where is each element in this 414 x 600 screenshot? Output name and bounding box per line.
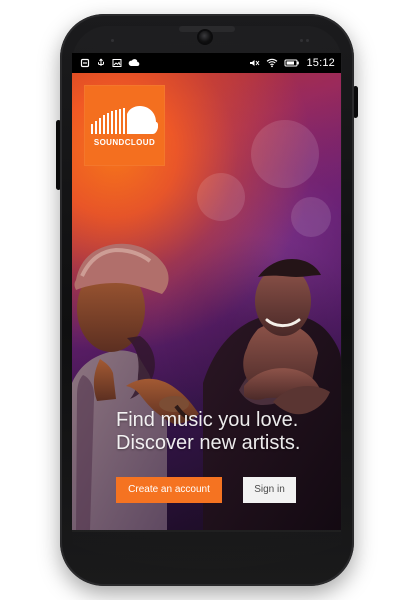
status-time: 15:12	[306, 57, 335, 69]
headline-line-1: Find music you love.	[116, 409, 299, 431]
status-bar: 15:12	[72, 53, 341, 73]
soundcloud-wordmark: SOUNDCLOUD	[93, 138, 156, 147]
status-right: 15:12	[249, 53, 335, 73]
status-left	[80, 53, 140, 73]
soundcloud-logo: SOUNDCLOUD	[84, 85, 165, 166]
wifi-icon	[266, 53, 278, 73]
battery-icon	[284, 53, 300, 73]
create-account-button[interactable]: Create an account	[116, 477, 222, 503]
front-camera	[199, 31, 211, 43]
sign-in-button[interactable]: Sign in	[243, 477, 296, 503]
screen-bottom-edge	[72, 530, 341, 532]
hero-headline: Find music you love. Discover new artist…	[116, 409, 326, 455]
headline-line-2: Discover new artists.	[116, 432, 301, 454]
phone-screen: 15:12 SOUNDCLOUD Find music you love. Di…	[72, 53, 341, 530]
sensor-dot	[111, 39, 114, 42]
soundcloud-cloud-icon	[91, 106, 158, 134]
mute-icon	[249, 53, 260, 73]
sensor-dot	[300, 39, 303, 42]
image-icon	[112, 53, 122, 73]
usb-icon	[96, 53, 106, 73]
page: 15:12 SOUNDCLOUD Find music you love. Di…	[0, 0, 414, 600]
cloud-icon	[128, 53, 140, 73]
sensor-dot	[306, 39, 309, 42]
notification-icon	[80, 53, 90, 73]
bokeh-lights	[197, 120, 331, 237]
